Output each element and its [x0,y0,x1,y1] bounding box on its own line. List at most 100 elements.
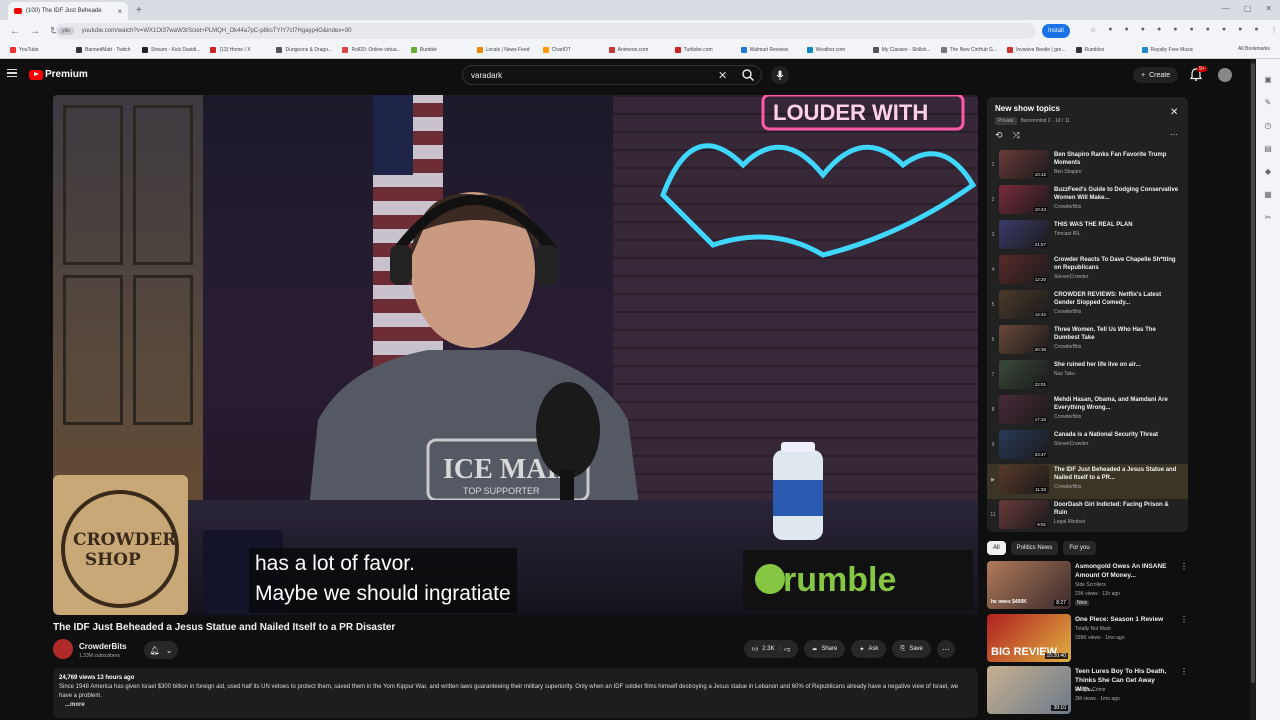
filter-chip[interactable]: For you [1063,541,1096,555]
minimize-icon[interactable]: — [1222,4,1230,13]
bookmark-item[interactable]: Locals | News Feed [476,47,533,53]
star-icon[interactable]: ☆ [1090,26,1096,34]
all-bookmarks-link[interactable]: All Bookmarks [1238,46,1270,52]
more-options-icon[interactable]: ⋮ [1180,667,1188,676]
site-info-chip[interactable]: yds [58,27,74,35]
menu-dots-icon[interactable]: ⋮ [1271,26,1278,34]
bookmark-item[interactable]: Animeon.com [608,47,665,53]
extension-icon[interactable]: ● [1108,26,1112,34]
install-app-button[interactable]: Install [1042,24,1070,38]
youtube-logo[interactable]: Premium [29,69,88,80]
extension-icon[interactable]: ● [1141,26,1145,34]
channel-name[interactable]: CrowderBits [79,642,127,651]
video-thumbnail[interactable]: BIG REVIEW 15:20:40 [987,614,1071,662]
playlist-item[interactable]: 8 17:33 Mehdi Hasan, Obama, and Mamdani Ar… [987,394,1188,429]
bookmark-item[interactable]: Dungeons & Drago... [276,47,332,53]
bookmark-item[interactable]: YouTube [10,47,66,53]
more-actions-icon[interactable]: ⋯ [936,640,955,658]
forward-icon[interactable]: → [30,26,40,37]
playlist-item[interactable]: 4 12:20 Crowder Reacts To Dave Chapelle Sh… [987,254,1188,289]
extension-icon[interactable]: ● [1222,26,1226,34]
bookmark-item[interactable]: Roll20: Online virtua... [342,47,401,53]
recommended-channel[interactable]: Dangie Crime [1075,687,1106,693]
voice-search-icon[interactable] [771,66,789,84]
bookmark-item[interactable]: Rumble [410,47,467,53]
extension-icon[interactable]: ● [1157,26,1161,34]
playlist-item[interactable]: ▶ 11:33 The IDF Just Beheaded a Jesus Stat… [987,464,1188,499]
url-field[interactable]: yds youtube.com/watch?v=WX1OI37waW3rScie… [56,23,1036,39]
bookmark-item[interactable]: CharIOT [542,47,599,53]
extension-icon[interactable]: ● [1238,26,1242,34]
panel-icon[interactable]: ▣ [1264,75,1272,84]
bookmark-item[interactable]: The New CinHub G... [940,47,997,53]
menu-icon[interactable] [7,69,17,77]
more-options-icon[interactable]: ⋮ [1180,562,1188,571]
share-button[interactable]: ➦ Share [804,640,846,658]
recommended-channel[interactable]: Side Scrollers [1075,582,1106,588]
bookmark-item[interactable]: Weather.com [806,47,863,53]
bookmark-item[interactable]: Walmart Reviews [740,47,797,53]
playlist-item[interactable]: 6 20:36 Three Women. Tell Us Who Has The D… [987,324,1188,359]
bookmark-item[interactable]: Rumbles [1075,47,1132,53]
maximize-icon[interactable]: ▢ [1244,4,1252,13]
panel-icon[interactable]: ◆ [1265,167,1271,176]
video-thumbnail[interactable]: 38:10 [987,666,1071,714]
close-window-icon[interactable]: ✕ [1265,4,1272,13]
account-avatar[interactable] [1218,68,1232,82]
playlist-menu-icon[interactable]: ⋯ [1170,130,1178,139]
panel-icon[interactable]: ✎ [1265,98,1272,107]
playlist-item[interactable]: 1 10:12 Ben Shapiro Ranks Fan Favorite Tru… [987,149,1188,184]
recommended-video[interactable]: he owes $400K 8:27 Asmongold Owes An INSAN… [987,561,1188,611]
extension-icon[interactable]: ● [1254,26,1258,34]
extension-icon[interactable]: ● [1173,26,1177,34]
playlist-item[interactable]: 2 10:43 BuzzFeed's Guide to Dodging Conser… [987,184,1188,219]
recommended-channel[interactable]: Totally Not Mark [1075,626,1111,632]
filter-chip[interactable]: Politics News [1010,541,1059,555]
tab-close-icon[interactable]: × [117,7,122,16]
recommended-video[interactable]: BIG REVIEW 15:20:40 One Piece: Season 1 Re… [987,614,1188,664]
bookmark-item[interactable]: BannedMatt - Twitch [76,47,132,53]
playlist-item[interactable]: 7 22:01 She ruined her life live on air...… [987,359,1188,394]
loop-icon[interactable]: ⟲ [995,130,1003,141]
panel-icon[interactable]: ▤ [1264,144,1272,153]
extension-icon[interactable]: ● [1206,26,1210,34]
scrollbar-thumb[interactable] [1251,63,1255,683]
create-button[interactable]: + Create [1133,67,1179,83]
bookmark-item[interactable]: Royalty Free Music [1141,47,1198,53]
bookmark-item[interactable]: Stream - Kick Davidi... [142,47,200,53]
video-player[interactable]: LOUDER WITH ICE MAID TOP SUPPORTER CROWD… [53,95,978,615]
description-box[interactable]: 24,769 views 13 hours ago Since 1948 Ame… [53,668,978,718]
subscription-bell-button[interactable]: 🔔︎ ⌄ [144,641,178,659]
playlist-item[interactable]: 5 14:42 CROWDER REVIEWS: Netflix's Latest … [987,289,1188,324]
ask-button[interactable]: ✦ Ask [851,640,887,658]
search-icon[interactable] [741,68,755,82]
save-button[interactable]: ⎘ Save [892,640,931,658]
bookmark-item[interactable]: Turtlebe.com [674,47,731,53]
recommended-video[interactable]: 38:10 Teen Lures Boy To His Death, Thinks… [987,666,1188,716]
playlist-item[interactable]: 3 21:57 THIS WAS THE REAL PLAN Timcast IRL [987,219,1188,254]
clear-search-icon[interactable]: ✕ [718,69,727,82]
thumbs-down-icon[interactable]: 👎︎ [784,645,790,653]
search-input[interactable]: varadark ✕ [462,65,762,85]
playlist-item[interactable]: 9 23:47 Canada is a National Security Thre… [987,429,1188,464]
playlist-title[interactable]: New show topics [995,104,1060,113]
back-icon[interactable]: ← [10,26,20,37]
video-thumbnail[interactable]: he owes $400K 8:27 [987,561,1071,609]
show-more-link[interactable]: ...more [65,701,972,710]
filter-chip[interactable]: All [987,541,1006,555]
bookmark-item[interactable]: Invasive Beetle | gre... [1007,47,1066,53]
panel-icon[interactable]: ◷ [1265,121,1272,130]
bookmark-item[interactable]: (13) Home / X [210,47,266,53]
panel-icon[interactable]: ▦ [1264,190,1272,199]
browser-tab[interactable]: (100) The IDF Just Beheade × [8,2,128,20]
like-button[interactable]: 👍︎ 2.3K | 👎︎ [744,640,799,658]
extension-icon[interactable]: ● [1125,26,1129,34]
shuffle-icon[interactable]: ⤨ [1013,130,1020,141]
bookmark-item[interactable]: My Classes - Skillsh... [872,47,931,53]
channel-avatar[interactable] [53,639,73,659]
playlist-item[interactable]: 11 9:01 DoorDash Girl Indicted: Facing Pri… [987,499,1188,532]
close-playlist-icon[interactable]: ✕ [1170,107,1178,118]
more-options-icon[interactable]: ⋮ [1180,615,1188,624]
extension-icon[interactable]: ● [1189,26,1193,34]
panel-icon[interactable]: ✂ [1265,213,1272,222]
